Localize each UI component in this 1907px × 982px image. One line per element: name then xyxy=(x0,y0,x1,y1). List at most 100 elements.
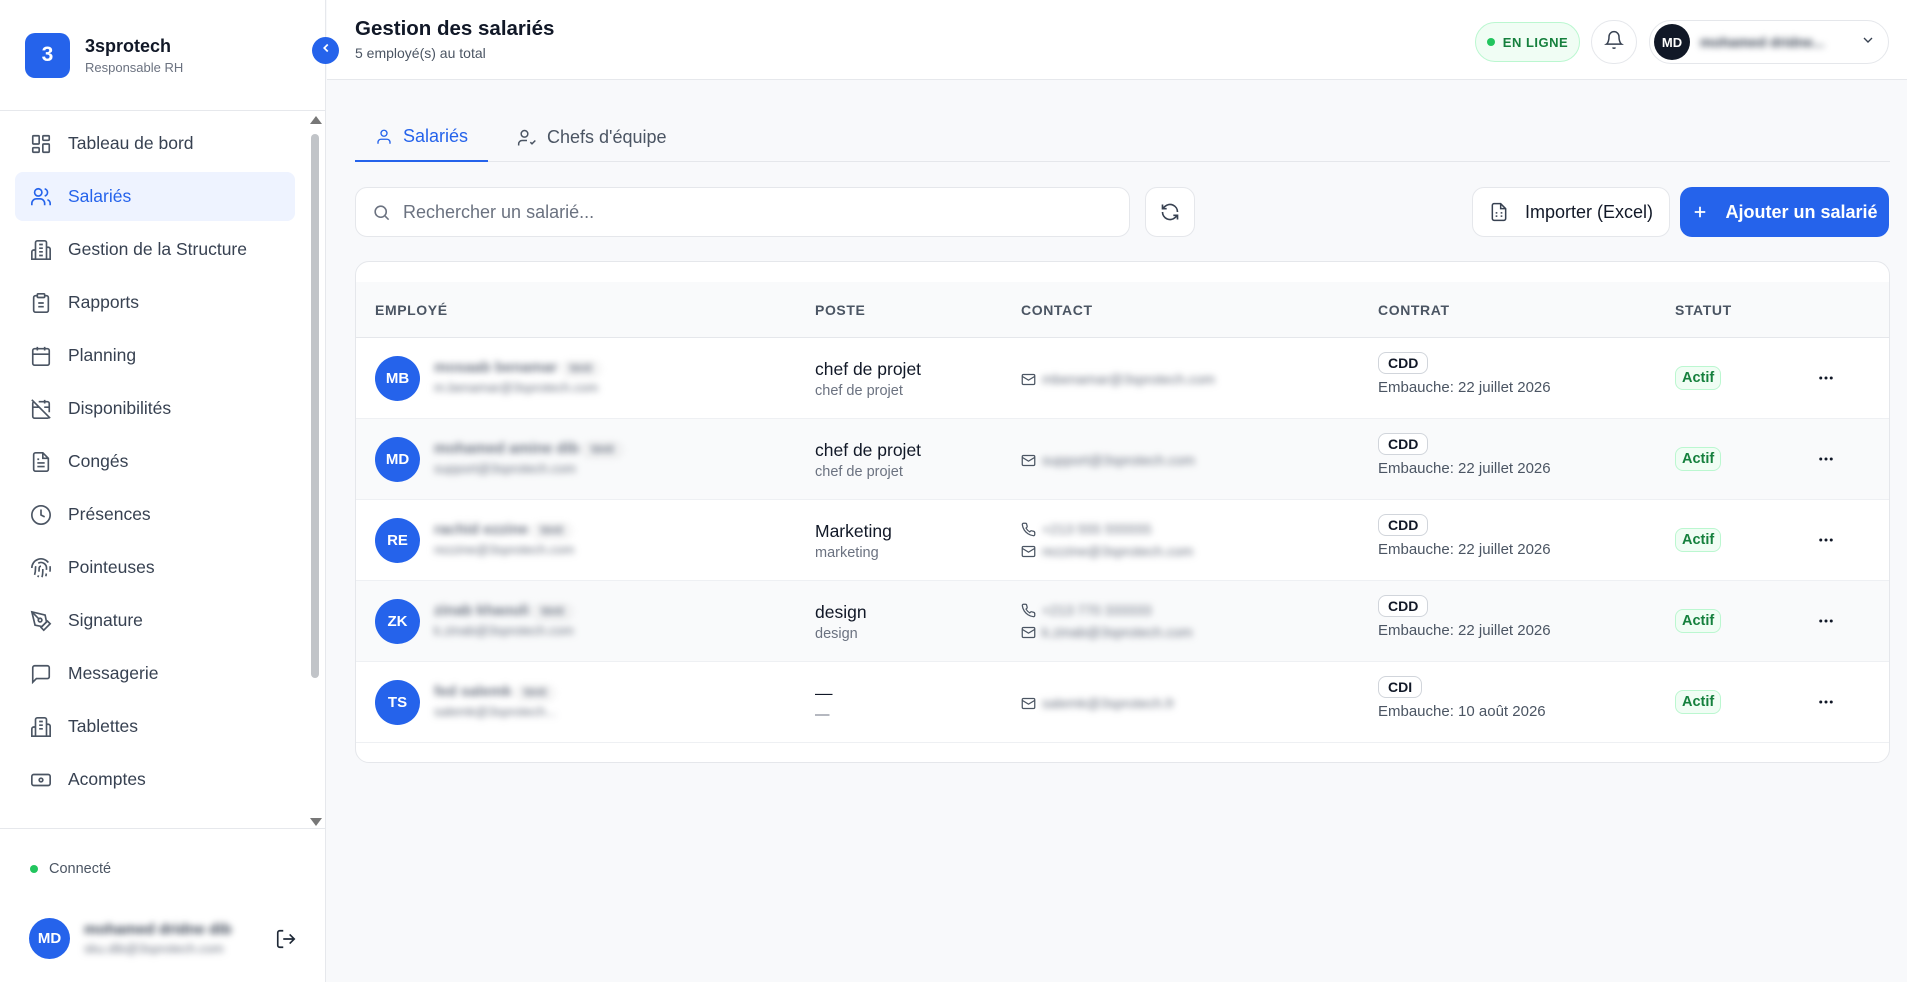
sidebar-item-acomptes[interactable]: Acomptes xyxy=(15,755,295,804)
column-header-statut: STATUT xyxy=(1675,302,1732,318)
brand-name: 3sprotech xyxy=(85,35,172,56)
mail-icon xyxy=(1021,453,1042,468)
sidebar: 3 3sprotech Responsable RH Tableau de bo… xyxy=(0,0,326,982)
more-horizontal-icon xyxy=(1817,450,1835,468)
sidebar-item-gestion-structure[interactable]: Gestion de la Structure xyxy=(15,225,295,274)
column-header-employe: EMPLOYÉ xyxy=(375,302,448,318)
status-badge: Actif xyxy=(1675,690,1722,714)
collapse-sidebar-button[interactable] xyxy=(312,37,339,64)
add-employee-button[interactable]: Ajouter un salarié xyxy=(1680,187,1889,237)
tablet-icon xyxy=(30,716,52,738)
avatar: MD xyxy=(29,918,70,959)
top-header: Gestion des salariés 5 employé(s) au tot… xyxy=(327,0,1907,80)
row-actions-button[interactable] xyxy=(1812,688,1840,716)
sidebar-item-planning[interactable]: Planning xyxy=(15,331,295,380)
column-header-contact: CONTACT xyxy=(1021,302,1093,318)
poste-title: Marketing xyxy=(815,521,892,541)
row-actions-button[interactable] xyxy=(1812,607,1840,635)
tab-chefs-equipe[interactable]: Chefs d'équipe xyxy=(517,113,667,162)
building-icon xyxy=(30,239,52,261)
sidebar-item-signature[interactable]: Signature xyxy=(15,596,295,645)
more-horizontal-icon xyxy=(1817,369,1835,387)
poste-subtitle: chef de projet xyxy=(815,464,903,480)
scroll-up-arrow-icon[interactable] xyxy=(310,116,322,124)
poste-title: design xyxy=(815,602,867,622)
tab-salaries[interactable]: Salariés xyxy=(355,113,489,162)
employee-name: rachid ezzine 5845 xyxy=(434,521,574,538)
sidebar-item-label: Signature xyxy=(68,610,143,630)
poste-subtitle: marketing xyxy=(815,545,879,561)
sidebar-footer: Connecté MD mohamed dridne dib sku.dib@3… xyxy=(0,828,325,982)
calendar-icon xyxy=(30,345,52,367)
brand: 3 3sprotech Responsable RH xyxy=(0,0,325,111)
table-row[interactable]: ZK zinab khaouli 5845 k.zinab@3sprotech.… xyxy=(356,581,1889,662)
contact-email[interactable]: support@3sprotech.com xyxy=(1042,452,1195,468)
logout-icon[interactable] xyxy=(275,928,297,955)
contact-email[interactable]: k.zinab@3sprotech.com xyxy=(1042,624,1192,640)
table-row[interactable]: TS fed salemk 5845 salemk@3sprotech... —… xyxy=(356,662,1889,743)
contact-phone[interactable]: +213 770 333333 xyxy=(1042,602,1151,618)
hire-date: Embauche: 22 juillet 2026 xyxy=(1378,379,1551,396)
chevron-left-icon xyxy=(319,41,333,60)
contract-badge: CDD xyxy=(1378,352,1429,374)
avatar: MD xyxy=(1654,24,1690,60)
search-box[interactable] xyxy=(355,187,1130,237)
table-row[interactable]: MD mohamed amine dib 5845 support@3sprot… xyxy=(356,419,1889,500)
sidebar-item-pointeuses[interactable]: Pointeuses xyxy=(15,543,295,592)
row-actions-button[interactable] xyxy=(1812,364,1840,392)
table-row[interactable]: MB mosaab benamar 5845 m.benamar@3sprote… xyxy=(356,338,1889,419)
add-label: Ajouter un salarié xyxy=(1725,201,1878,222)
connection-status: Connecté xyxy=(30,861,111,877)
hire-date: Embauche: 22 juillet 2026 xyxy=(1378,460,1551,477)
contact-email[interactable]: salemk@3sprotech.fr xyxy=(1042,695,1174,711)
online-dot-icon xyxy=(1486,38,1495,46)
mail-icon xyxy=(1021,544,1042,559)
user-menu-button[interactable]: MD mohamed dridne... xyxy=(1649,20,1889,64)
scrollbar-thumb[interactable] xyxy=(311,134,319,678)
scroll-down-arrow-icon[interactable] xyxy=(310,818,322,826)
column-header-contrat: CONTRAT xyxy=(1378,302,1450,318)
tab-bar: Salariés Chefs d'équipe xyxy=(355,113,1890,162)
sidebar-item-salaries[interactable]: Salariés xyxy=(15,172,295,221)
sidebar-item-conges[interactable]: Congés xyxy=(15,437,295,486)
search-input[interactable] xyxy=(403,201,1103,223)
sidebar-item-rapports[interactable]: Rapports xyxy=(15,278,295,327)
row-actions-button[interactable] xyxy=(1812,445,1840,473)
hire-date: Embauche: 10 août 2026 xyxy=(1378,703,1546,720)
employee-name: zinab khaouli 5845 xyxy=(434,602,574,619)
avatar: ZK xyxy=(375,599,420,644)
fingerprint-icon xyxy=(30,557,52,579)
import-excel-button[interactable]: Importer (Excel) xyxy=(1472,187,1670,237)
row-actions-button[interactable] xyxy=(1812,526,1840,554)
banknote-icon xyxy=(30,769,52,791)
sidebar-item-label: Présences xyxy=(68,504,151,524)
employee-email: rezzine@3sprotech.com xyxy=(434,542,575,557)
table-header: EMPLOYÉ POSTE CONTACT CONTRAT STATUT xyxy=(356,282,1889,338)
notifications-button[interactable] xyxy=(1591,20,1637,64)
footer-user[interactable]: MD mohamed dridne dib sku.dib@3sprotech.… xyxy=(29,918,232,959)
sidebar-item-label: Tablettes xyxy=(68,716,139,736)
page-title: Gestion des salariés xyxy=(355,17,555,40)
refresh-button[interactable] xyxy=(1145,187,1195,237)
sidebar-item-tablettes[interactable]: Tablettes xyxy=(15,702,295,751)
sidebar-item-disponibilites[interactable]: Disponibilités xyxy=(15,384,295,433)
employee-name: fed salemk 5845 xyxy=(434,683,556,700)
file-icon xyxy=(30,451,52,473)
contact-phone[interactable]: +213 555 555555 xyxy=(1042,521,1151,537)
sidebar-item-label: Pointeuses xyxy=(68,557,155,577)
sidebar-item-messagerie[interactable]: Messagerie xyxy=(15,649,295,698)
sidebar-item-label: Gestion de la Structure xyxy=(68,239,247,259)
table-row[interactable]: RE rachid ezzine 5845 rezzine@3sprotech.… xyxy=(356,500,1889,581)
sidebar-scrollbar[interactable] xyxy=(310,116,322,826)
more-horizontal-icon xyxy=(1817,612,1835,630)
phone-icon xyxy=(1021,522,1042,537)
users-icon xyxy=(30,186,52,208)
sidebar-item-tableau-de-bord[interactable]: Tableau de bord xyxy=(15,119,295,168)
hire-date: Embauche: 22 juillet 2026 xyxy=(1378,622,1551,639)
poste-subtitle: design xyxy=(815,626,858,642)
sidebar-item-presences[interactable]: Présences xyxy=(15,490,295,539)
contact-email[interactable]: rezzine@3sprotech.com xyxy=(1042,543,1193,559)
mail-icon xyxy=(1021,372,1042,387)
contact-email[interactable]: mbenamar@3sprotech.com xyxy=(1042,371,1215,387)
sidebar-item-label: Rapports xyxy=(68,292,140,312)
